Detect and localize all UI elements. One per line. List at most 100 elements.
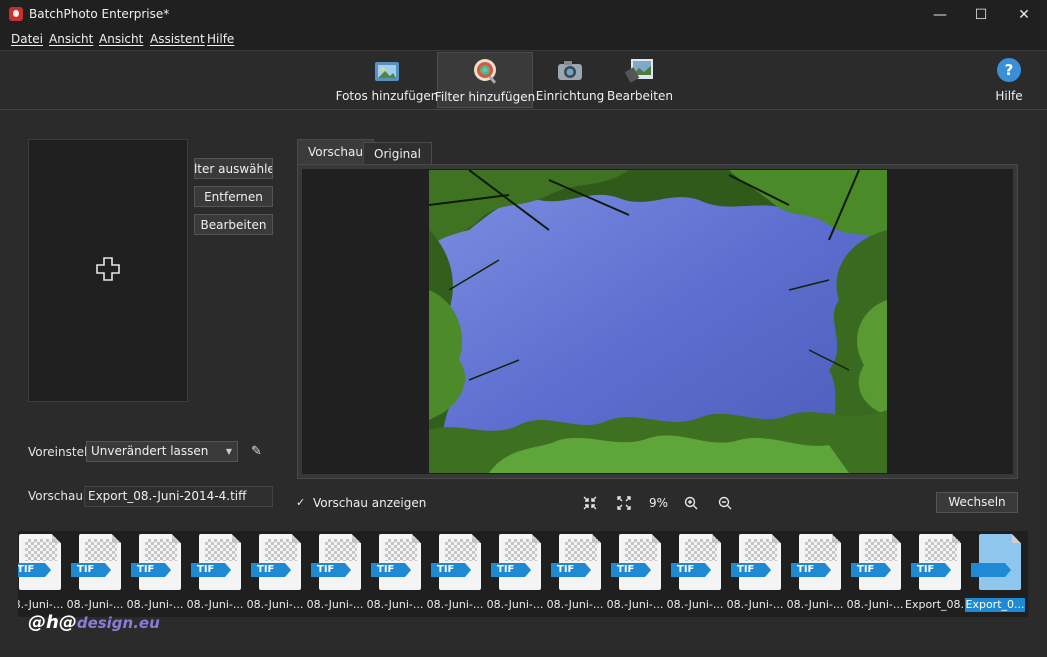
filter-list[interactable] [28, 139, 188, 402]
thumbnail-item[interactable]: TIF 08.-Juni-... [545, 531, 605, 617]
remove-filter-button[interactable]: Entfernen [194, 186, 273, 207]
watermark-part2: design.eu [76, 614, 160, 632]
preview-image [429, 170, 887, 473]
transparency-pattern [25, 539, 57, 561]
plus-icon[interactable] [94, 255, 122, 286]
fullscreen-icon[interactable] [616, 495, 632, 511]
thumbnail-item[interactable]: TIF 08.-Juni-... [665, 531, 725, 617]
file-type-badge: TIF [251, 563, 291, 577]
thumbnail-item[interactable]: TIF 08.-Juni-... [185, 531, 245, 617]
add-filter-button[interactable]: Filter hinzufügen [435, 52, 535, 108]
thumbnail-item[interactable]: TIF 08.-Juni-... [725, 531, 785, 617]
thumbnail-item[interactable]: TIF 08.-Juni-... [305, 531, 365, 617]
file-type-badge: TIF [911, 563, 951, 577]
thumbnail-label: 08.-Juni-... [546, 598, 604, 611]
thumbnail-item[interactable]: TIF 08.-Juni-... [18, 531, 65, 617]
file-icon [979, 534, 1021, 590]
svg-text:?: ? [1005, 61, 1014, 79]
file-type-badge: TIF [551, 563, 591, 577]
preset-dropdown[interactable]: Unverändert lassen ▼ [86, 441, 238, 462]
thumbnail-label: 08.-Juni-... [426, 598, 484, 611]
menu-ansicht[interactable]: Ansicht [49, 32, 93, 46]
filter-icon [470, 57, 500, 85]
file-type-badge: TIF [71, 563, 111, 577]
tab-original[interactable]: Original [363, 142, 432, 165]
thumbnail-item[interactable]: TIF 08.-Juni-... [845, 531, 905, 617]
add-photos-label: Fotos hinzufügen [335, 89, 439, 103]
transparency-pattern [385, 539, 417, 561]
process-button[interactable]: Bearbeiten [607, 52, 673, 108]
fit-icon[interactable] [582, 495, 598, 511]
camera-settings-icon [555, 56, 585, 84]
thumbnail-item[interactable]: Export_0... [965, 531, 1025, 617]
transparency-pattern [745, 539, 777, 561]
setup-button[interactable]: Einrichtung [535, 52, 605, 108]
setup-label: Einrichtung [535, 89, 605, 103]
maximize-button[interactable]: ☐ [958, 0, 1004, 29]
minimize-button[interactable]: — [917, 0, 963, 29]
help-label: Hilfe [995, 89, 1023, 103]
thumbnail-item[interactable]: TIF 08.-Juni-... [125, 531, 185, 617]
thumbnail-item[interactable]: TIF 08.-Juni-... [65, 531, 125, 617]
file-type-badge: TIF [491, 563, 531, 577]
zoom-out-icon[interactable] [717, 495, 733, 511]
watermark-part1: @h@ [28, 612, 77, 633]
file-type-badge: TIF [131, 563, 171, 577]
select-filter-button[interactable]: Filter auswählen [194, 158, 273, 179]
zoom-level: 9% [649, 496, 669, 510]
transparency-pattern [805, 539, 837, 561]
thumbnail-label: 08.-Juni-... [186, 598, 244, 611]
thumbnail-item[interactable]: TIF 08.-Juni-... [365, 531, 425, 617]
file-type-badge: TIF [851, 563, 891, 577]
thumbnail-item[interactable]: TIF 08.-Juni-... [605, 531, 665, 617]
close-button[interactable]: ✕ [1001, 0, 1047, 29]
menu-ansicht-2[interactable]: Ansicht [99, 32, 143, 46]
transparency-pattern [145, 539, 177, 561]
thumbnail-strip[interactable]: TIF 08.-Juni-... TIF 08.-Juni-... TIF 08.-Jun… [18, 531, 1028, 617]
file-type-badge [971, 563, 1011, 577]
menu-assistent[interactable]: Assistent [150, 32, 205, 46]
menu-datei[interactable]: Datei [11, 32, 43, 46]
preview-area [302, 169, 1013, 474]
thumbnail-label: 08.-Juni-... [606, 598, 664, 611]
switch-button[interactable]: Wechseln [936, 492, 1018, 513]
show-preview-checkbox[interactable]: ✓ [296, 497, 308, 509]
preset-value: Unverändert lassen [91, 444, 209, 458]
thumbnail-item[interactable]: TIF 08.-Juni-... [485, 531, 545, 617]
thumbnail-label: 08.-Juni-... [786, 598, 844, 611]
app-icon [9, 7, 23, 21]
transparency-pattern [925, 539, 957, 561]
preset-label: Voreinstell [28, 445, 91, 459]
transparency-pattern [625, 539, 657, 561]
thumbnail-label: 08.-Juni-... [306, 598, 364, 611]
photos-icon [372, 56, 402, 84]
thumbnail-label: 08.-Juni-... [126, 598, 184, 611]
process-label: Bearbeiten [607, 89, 673, 103]
show-preview-label[interactable]: Vorschau anzeigen [313, 496, 426, 510]
thumbnail-item[interactable]: TIF Export_08... [905, 531, 965, 617]
transparency-pattern [445, 539, 477, 561]
file-type-badge: TIF [311, 563, 351, 577]
transparency-pattern [265, 539, 297, 561]
transparency-pattern [325, 539, 357, 561]
menu-hilfe[interactable]: Hilfe [207, 32, 234, 46]
help-button[interactable]: ? Hilfe [990, 52, 1028, 108]
thumbnail-label: 08.-Juni-... [18, 598, 64, 611]
file-type-badge: TIF [611, 563, 651, 577]
transparency-pattern [85, 539, 117, 561]
pencil-icon[interactable]: ✎ [251, 444, 267, 460]
edit-filter-button[interactable]: Bearbeiten [194, 214, 273, 235]
file-type-badge: TIF [371, 563, 411, 577]
zoom-in-icon[interactable] [683, 495, 699, 511]
help-icon: ? [994, 56, 1024, 84]
thumbnail-item[interactable]: TIF 08.-Juni-... [245, 531, 305, 617]
thumbnail-label: Export_08... [905, 598, 965, 611]
add-photos-button[interactable]: Fotos hinzufügen [336, 52, 438, 108]
file-type-badge: TIF [191, 563, 231, 577]
thumbnail-label: 08.-Juni-... [666, 598, 724, 611]
window-title: BatchPhoto Enterprise* [29, 7, 170, 21]
thumbnail-item[interactable]: TIF 08.-Juni-... [425, 531, 485, 617]
thumbnail-item[interactable]: TIF 08.-Juni-... [785, 531, 845, 617]
thumbnail-label: 08.-Juni-... [366, 598, 424, 611]
thumbnail-label: 08.-Juni-... [846, 598, 904, 611]
